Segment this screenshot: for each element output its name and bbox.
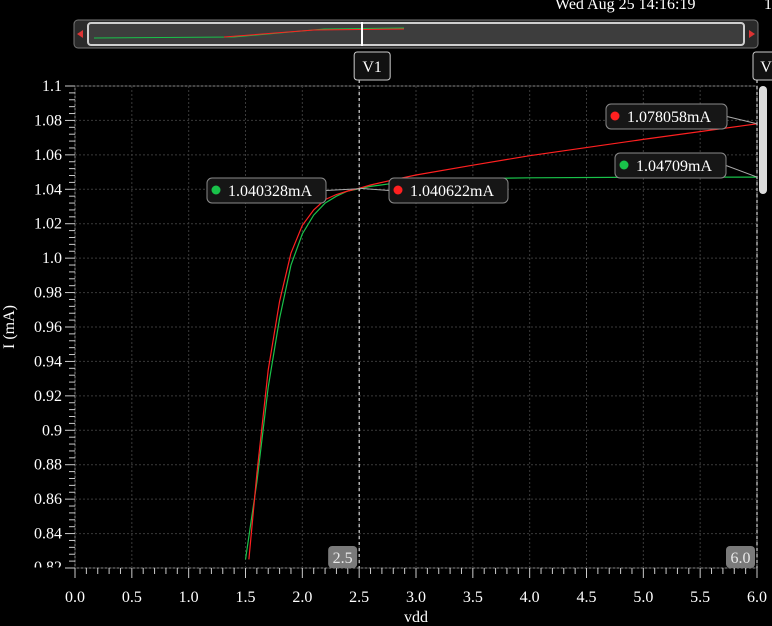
x-tick-label: 6.0 <box>747 589 767 606</box>
scroller-thumb[interactable] <box>87 22 745 46</box>
y-tick-label: 0.96 <box>34 319 62 336</box>
readout-dot-icon <box>619 160 629 170</box>
y-tick-label: 0.92 <box>34 388 62 405</box>
x-tick-label: 2.0 <box>292 589 312 606</box>
y-tick-label: 0.98 <box>34 285 62 302</box>
x-tick-label: 5.5 <box>690 589 710 606</box>
x-tick-label: 2.5 <box>349 589 369 606</box>
readout-value: 1.040328mA <box>228 183 312 200</box>
x-tick-label: 0.5 <box>122 589 142 606</box>
x-tick-label: 5.0 <box>633 589 653 606</box>
marker-flag-label: V1 <box>362 59 382 76</box>
readout-dot-icon <box>393 185 403 195</box>
x-tick-label: 1.0 <box>179 589 199 606</box>
x-axis-label: vdd <box>404 609 428 626</box>
y-tick-label-clipped: 0.82 <box>34 559 62 576</box>
y-tick-label: 1.08 <box>34 112 62 129</box>
x-tick-label: 4.5 <box>577 589 597 606</box>
y-tick-label: 0.94 <box>34 353 62 370</box>
x-tick-label: 0.0 <box>65 589 85 606</box>
readout-dot-icon <box>610 111 620 121</box>
marker-value-label: 2.5 <box>333 550 353 567</box>
y-tick-label: 0.9 <box>42 422 62 439</box>
y-tick-label: 1.06 <box>34 147 62 164</box>
y-tick-label: 0.88 <box>34 457 62 474</box>
readout-dot-icon <box>211 185 221 195</box>
y-tick-label: 0.84 <box>34 526 62 543</box>
x-tick-label: 3.5 <box>463 589 483 606</box>
marker-value-label: 6.0 <box>731 550 751 567</box>
x-tick-label: 4.0 <box>520 589 540 606</box>
y-axis-label: I (mA) <box>1 305 18 349</box>
vertical-scrollbar[interactable] <box>759 86 767 194</box>
waveform-plot[interactable]: 0.0 0.5 1.0 1.5 2.0 2.5 3.0 3.5 4.0 4.5 5.0 5.5 6.0 0… <box>0 0 772 626</box>
y-tick-label: 0.86 <box>34 491 62 508</box>
readout-value: 1.04709mA <box>636 158 712 175</box>
y-tick-label: 1.04 <box>34 181 62 198</box>
y-tick-label: 1.0 <box>42 250 62 267</box>
y-tick-label: 1.1 <box>42 78 62 95</box>
x-tick-label: 1.5 <box>236 589 256 606</box>
readout-value: 1.078058mA <box>627 109 711 126</box>
marker-flag-label: V <box>760 59 772 76</box>
readout-value: 1.040622mA <box>410 183 494 200</box>
y-tick-label: 1.02 <box>34 216 62 233</box>
x-tick-label: 3.0 <box>406 589 426 606</box>
